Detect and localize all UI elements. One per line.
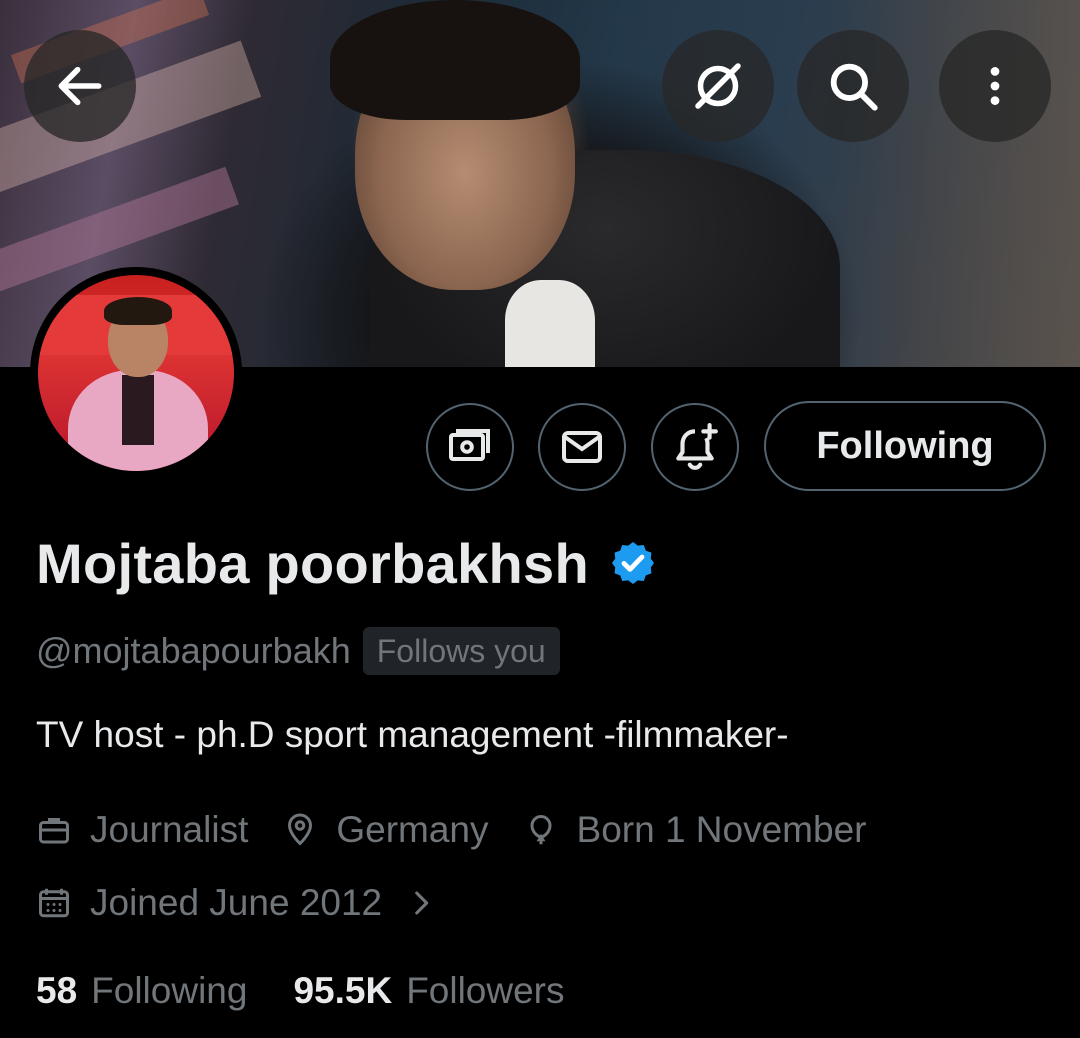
birthday-label: Born 1 November — [576, 809, 867, 850]
joined-label: Joined June 2012 — [90, 882, 383, 923]
notifications-button[interactable] — [651, 403, 739, 491]
avatar-image — [38, 275, 234, 471]
tip-button[interactable] — [426, 403, 514, 491]
profession-label: Journalist — [90, 809, 249, 850]
chevron-right-icon[interactable] — [404, 886, 438, 920]
envelope-icon — [562, 431, 602, 463]
follows-you-badge: Follows you — [362, 627, 560, 675]
joined-date[interactable]: Joined June 2012 — [36, 882, 438, 924]
balloon-icon — [530, 814, 552, 845]
following-stat[interactable]: 58 Following — [36, 970, 247, 1012]
joined-row[interactable]: Joined June 2012 — [36, 878, 472, 928]
location-pin-icon — [288, 813, 313, 846]
calendar-icon — [39, 888, 69, 918]
handle-row: @mojtabapourbakh Follows you — [36, 625, 560, 677]
following-button[interactable]: Following — [764, 401, 1046, 491]
arrow-left-icon — [58, 66, 102, 106]
birthday: Born 1 November — [523, 809, 867, 851]
followers-count: 95.5K — [293, 970, 393, 1011]
following-count: 58 — [36, 970, 78, 1011]
search-icon — [830, 63, 878, 111]
money-icon — [449, 429, 490, 461]
more-options-button[interactable] — [939, 30, 1051, 142]
back-button[interactable] — [24, 30, 136, 142]
location-label: Germany — [336, 809, 489, 850]
followers-label: Followers — [406, 970, 565, 1011]
follow-stats: 58 Following 95.5K Followers — [36, 965, 611, 1017]
grok-slash-circle-icon — [695, 63, 741, 109]
following-label: Following — [91, 970, 248, 1011]
location: Germany — [282, 809, 489, 851]
bio: TV host - ph.D sport management -filmmak… — [36, 714, 789, 755]
profile-page: Following Mojtaba poorbakhsh @mojtabapou… — [0, 0, 1080, 1038]
handle: @mojtabapourbakh — [36, 630, 351, 671]
message-button[interactable] — [538, 403, 626, 491]
briefcase-icon — [39, 818, 69, 844]
name-row: Mojtaba poorbakhsh — [36, 527, 657, 599]
display-name: Mojtaba poorbakhsh — [36, 531, 589, 595]
verified-badge-icon[interactable] — [609, 539, 657, 587]
more-vertical-icon — [990, 67, 1000, 105]
profession: Journalist — [36, 809, 248, 851]
grok-button[interactable] — [662, 30, 774, 142]
profile-meta-row: Journalist Germany Born 1 November — [36, 805, 900, 855]
followers-stat[interactable]: 95.5K Followers — [293, 970, 564, 1012]
search-button[interactable] — [797, 30, 909, 142]
bell-plus-icon — [676, 423, 718, 470]
avatar[interactable] — [30, 267, 242, 479]
